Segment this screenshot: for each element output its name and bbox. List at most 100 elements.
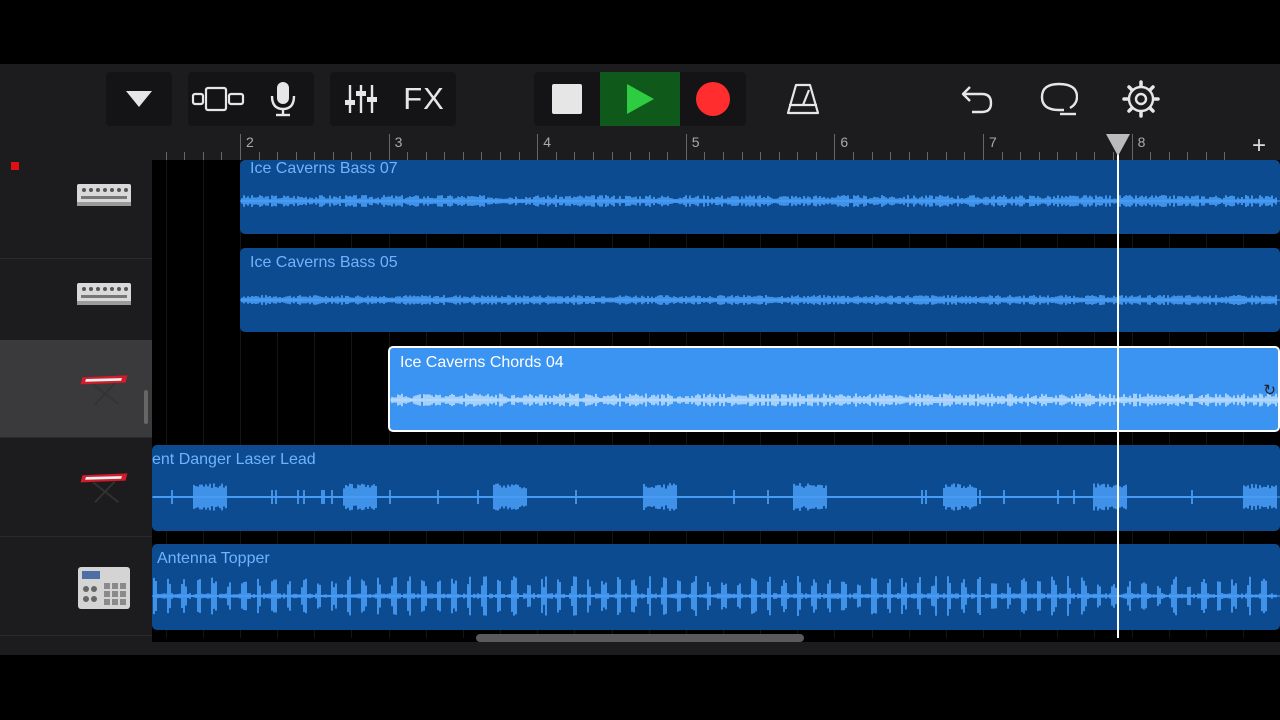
ruler-tick — [574, 152, 576, 160]
bar-number-8: 8 — [1137, 134, 1146, 150]
ruler-tick — [258, 152, 260, 160]
ruler-tick — [945, 152, 947, 160]
region-name: Ice Caverns Bass 05 — [250, 254, 398, 271]
header-resize-handle[interactable] — [144, 390, 148, 424]
ruler-tick — [518, 152, 520, 160]
play-button[interactable] — [600, 72, 680, 126]
ruler-tick — [165, 152, 167, 160]
stop-button[interactable] — [534, 72, 600, 126]
record-button[interactable] — [680, 72, 746, 126]
region-bass-07[interactable]: Ice Caverns Bass 07 — [240, 160, 1280, 234]
ruler-tick — [797, 152, 799, 160]
bar-number-2: 2 — [246, 134, 254, 150]
ruler-tick — [630, 152, 632, 160]
ruler-tick — [277, 152, 279, 160]
sliders-icon — [345, 85, 377, 113]
bar-number-6: 6 — [840, 134, 849, 150]
fx-button[interactable]: FX — [392, 72, 456, 126]
region-name: Antenna Topper — [157, 550, 270, 567]
stop-icon — [552, 84, 582, 114]
red-keyboard-icon — [80, 375, 128, 405]
ruler-tick — [1094, 152, 1096, 160]
playhead-handle[interactable] — [1105, 134, 1130, 156]
ruler-tick — [871, 152, 873, 160]
region-name: ent Danger Laser Lead — [152, 451, 316, 468]
ruler-tick — [370, 152, 372, 160]
track-header-3-selected[interactable] — [0, 340, 152, 438]
triangle-down-icon — [126, 91, 152, 107]
track-view-button[interactable] — [188, 72, 250, 126]
ruler-tick — [351, 152, 353, 160]
loop-icon — [1040, 82, 1078, 116]
track-view-icon — [191, 86, 245, 112]
ruler-tick — [1187, 152, 1189, 160]
tracks-menu-button[interactable] — [106, 72, 172, 126]
ruler-tick — [184, 152, 186, 160]
ruler-tick — [685, 134, 687, 160]
ruler-tick — [908, 152, 910, 160]
undo-button[interactable] — [948, 72, 1006, 126]
bar-number-3: 3 — [394, 134, 403, 150]
ruler-tick — [760, 152, 762, 160]
settings-button[interactable] — [1112, 72, 1170, 126]
synth-module-icon — [77, 184, 131, 206]
ruler-tick — [444, 152, 446, 160]
play-icon — [627, 84, 654, 114]
record-enable-indicator[interactable] — [11, 162, 19, 170]
region-antenna-topper[interactable]: Antenna Topper — [152, 544, 1280, 630]
red-keyboard-icon — [80, 473, 128, 503]
ruler-tick — [741, 152, 743, 160]
loop-handle-icon[interactable]: ↻ — [1263, 381, 1276, 399]
ruler-tick — [202, 152, 204, 160]
drum-machine-icon — [78, 567, 130, 609]
ruler-tick — [537, 134, 539, 160]
ruler-tick — [1150, 152, 1152, 160]
ruler-tick — [1131, 134, 1133, 160]
ruler-tick — [1057, 152, 1059, 160]
ruler-tick — [1224, 152, 1226, 160]
ruler-tick — [704, 152, 706, 160]
ruler-tick — [667, 152, 669, 160]
ruler-tick — [332, 152, 334, 160]
ruler-tick — [815, 152, 817, 160]
bar-number-5: 5 — [691, 134, 700, 150]
region-name: Ice Caverns Bass 07 — [250, 160, 398, 177]
bar-number-4: 4 — [543, 134, 551, 150]
ruler-tick — [555, 152, 557, 160]
gear-icon — [1122, 80, 1160, 118]
ruler-tick — [834, 134, 836, 160]
ruler-tick — [1038, 152, 1040, 160]
control-bar: FX — [0, 64, 1280, 134]
track-header-5[interactable] — [0, 537, 152, 636]
horizontal-scrollbar[interactable] — [476, 634, 804, 642]
ruler-tick — [648, 152, 650, 160]
ruler-tick — [964, 152, 966, 160]
ruler-tick — [295, 152, 297, 160]
ruler-tick — [1205, 152, 1207, 160]
metronome-button[interactable] — [774, 72, 832, 126]
track-header-1[interactable] — [0, 160, 152, 259]
tracks-timeline[interactable]: Ice Caverns Bass 07 Ice Caverns Bass 05 … — [152, 160, 1280, 638]
garageband-tracks-view: FX 2 3 4 5 6 7 8 + Ice Caverns Bass 07 I… — [0, 0, 1280, 720]
region-bass-05[interactable]: Ice Caverns Bass 05 — [240, 248, 1280, 332]
loop-browser-button[interactable] — [1030, 72, 1088, 126]
ruler-tick — [852, 152, 854, 160]
track-header-4[interactable] — [0, 438, 152, 537]
region-name: Ice Caverns Chords 04 — [400, 354, 564, 371]
waveform — [152, 483, 1280, 511]
ruler-tick — [221, 152, 223, 160]
waveform — [152, 576, 1280, 616]
ruler-tick — [425, 152, 427, 160]
ruler-tick — [890, 152, 892, 160]
ruler-tick — [1001, 152, 1003, 160]
ruler-tick — [500, 152, 502, 160]
ruler-tick — [462, 152, 464, 160]
playhead[interactable] — [1116, 134, 1119, 638]
ruler-tick — [1020, 152, 1022, 160]
region-danger-laser-lead[interactable]: ent Danger Laser Lead — [152, 445, 1280, 531]
microphone-button[interactable] — [252, 72, 314, 126]
add-track-button[interactable]: + — [1246, 134, 1272, 160]
region-chords-04[interactable]: Ice Caverns Chords 04 ↻ — [388, 346, 1280, 432]
mixer-button[interactable] — [330, 72, 392, 126]
ruler-tick — [983, 134, 984, 160]
